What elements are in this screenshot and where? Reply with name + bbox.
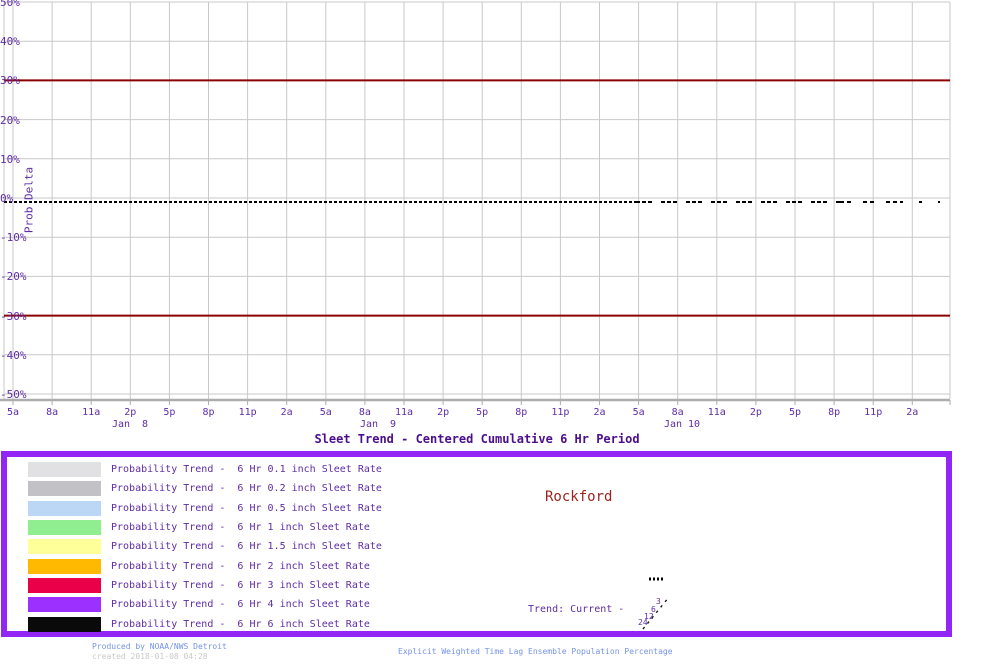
x-tick-label: 11p <box>864 407 883 418</box>
x-tick-label: 11a <box>394 407 414 418</box>
noaa-sleet-trend-graphic: Prob Delta Sleet Trend - Centered Cumula… <box>0 0 1000 670</box>
x-tick-label: 5a <box>319 407 332 418</box>
trend-key-label: Trend: Current - <box>528 604 625 615</box>
legend-row: Probability Trend - 6 Hr 6 inch Sleet Ra… <box>7 614 946 633</box>
legend-label: Probability Trend - 6 Hr 2 inch Sleet Ra… <box>111 560 370 572</box>
footer-created: created 2018-01-08 04:28 <box>92 652 208 661</box>
x-tick-label: 2a <box>593 407 606 418</box>
legend-label: Probability Trend - 6 Hr 0.5 inch Sleet … <box>111 502 382 514</box>
y-tick-label: 30% <box>0 74 20 88</box>
y-tick-label: 40% <box>0 35 20 49</box>
legend-swatch <box>28 462 101 478</box>
x-tick-label: 11p <box>551 407 570 418</box>
y-tick-label: -20% <box>0 270 27 284</box>
y-tick-label: -10% <box>0 231 27 245</box>
day-label: Jan 8 <box>111 419 149 430</box>
y-tick-label: -40% <box>0 348 27 362</box>
x-tick-label: 5a <box>6 407 20 418</box>
trend-hour-label: 24 <box>638 618 648 627</box>
x-tick-label: 5a <box>632 407 645 418</box>
legend-row: Probability Trend - 6 Hr 2 inch Sleet Ra… <box>7 556 946 575</box>
legend-swatch <box>28 481 101 497</box>
chart-plot-area: Prob Delta Sleet Trend - Centered Cumula… <box>0 0 1000 450</box>
x-tick-label: 2a <box>280 407 293 418</box>
legend-swatch <box>28 577 101 593</box>
legend-row: Probability Trend - 6 Hr 1.5 inch Sleet … <box>7 537 946 556</box>
x-tick-label: 11p <box>238 407 257 418</box>
legend-row: Probability Trend - 6 Hr 0.2 inch Sleet … <box>7 479 946 498</box>
x-tick-label: 2p <box>124 407 137 418</box>
legend-swatch <box>28 558 101 574</box>
footer-caption: Explicit Weighted Time Lag Ensemble Popu… <box>398 647 673 656</box>
y-tick-label: 20% <box>0 113 20 127</box>
legend-row: Probability Trend - 6 Hr 0.5 inch Sleet … <box>7 499 946 518</box>
legend-row: Probability Trend - 6 Hr 4 inch Sleet Ra… <box>7 595 946 614</box>
legend-rows: Probability Trend - 6 Hr 0.1 inch Sleet … <box>7 460 946 634</box>
x-tick-label: 11a <box>82 407 101 418</box>
x-tick-label: 8a <box>46 407 59 418</box>
legend-swatch <box>28 616 101 632</box>
x-tick-label: 5p <box>476 407 489 418</box>
legend-label: Probability Trend - 6 Hr 4 inch Sleet Ra… <box>111 599 370 611</box>
legend-swatch <box>28 597 101 613</box>
legend-label: Probability Trend - 6 Hr 0.2 inch Sleet … <box>111 483 382 495</box>
x-tick-label: 5p <box>788 407 802 418</box>
chart-title: Sleet Trend - Centered Cumulative 6 Hr P… <box>314 432 640 446</box>
x-tick-label: 2a <box>906 407 919 418</box>
y-tick-label: -50% <box>0 388 27 401</box>
y-tick-label: 50% <box>0 0 20 9</box>
y-tick-label: -30% <box>0 309 27 323</box>
x-tick-label: 5p <box>163 407 176 418</box>
legend-label: Probability Trend - 6 Hr 0.1 inch Sleet … <box>111 464 382 476</box>
legend-label: Probability Trend - 6 Hr 1 inch Sleet Ra… <box>111 522 370 534</box>
legend-swatch <box>28 500 101 516</box>
x-tick-label: 8a <box>358 407 371 418</box>
x-tick-label: 8p <box>828 407 841 418</box>
legend-row: Probability Trend - 6 Hr 1 inch Sleet Ra… <box>7 518 946 537</box>
y-tick-label: 10% <box>0 152 20 166</box>
day-label: Jan 10 <box>663 419 701 430</box>
legend-swatch <box>28 520 101 536</box>
legend-label: Probability Trend - 6 Hr 6 inch Sleet Ra… <box>111 618 370 630</box>
x-tick-label: 8p <box>515 407 528 418</box>
legend-label: Probability Trend - 6 Hr 3 inch Sleet Ra… <box>111 579 370 591</box>
x-tick-label: 8a <box>671 407 684 418</box>
legend-label: Probability Trend - 6 Hr 1.5 inch Sleet … <box>111 541 382 553</box>
y-tick-label: 0% <box>0 192 14 205</box>
chart-grid <box>0 1 951 405</box>
legend-row: Probability Trend - 6 Hr 0.1 inch Sleet … <box>7 460 946 479</box>
y-axis-title: Prob Delta <box>22 166 36 234</box>
trend-hour-label: 3 <box>656 597 661 606</box>
day-label: Jan 9 <box>359 419 397 430</box>
station-label: Rockford <box>545 489 613 505</box>
x-tick-label: 2p <box>437 407 450 418</box>
legend-swatch <box>28 539 101 555</box>
x-tick-label: 8p <box>202 407 215 418</box>
legend-row: Probability Trend - 6 Hr 3 inch Sleet Ra… <box>7 576 946 595</box>
footer-produced-by: Produced by NOAA/NWS Detroit <box>92 642 227 651</box>
x-tick-label: 2p <box>749 407 762 418</box>
x-tick-label: 11a <box>707 407 726 418</box>
legend-box: Probability Trend - 6 Hr 0.1 inch Sleet … <box>1 451 952 637</box>
